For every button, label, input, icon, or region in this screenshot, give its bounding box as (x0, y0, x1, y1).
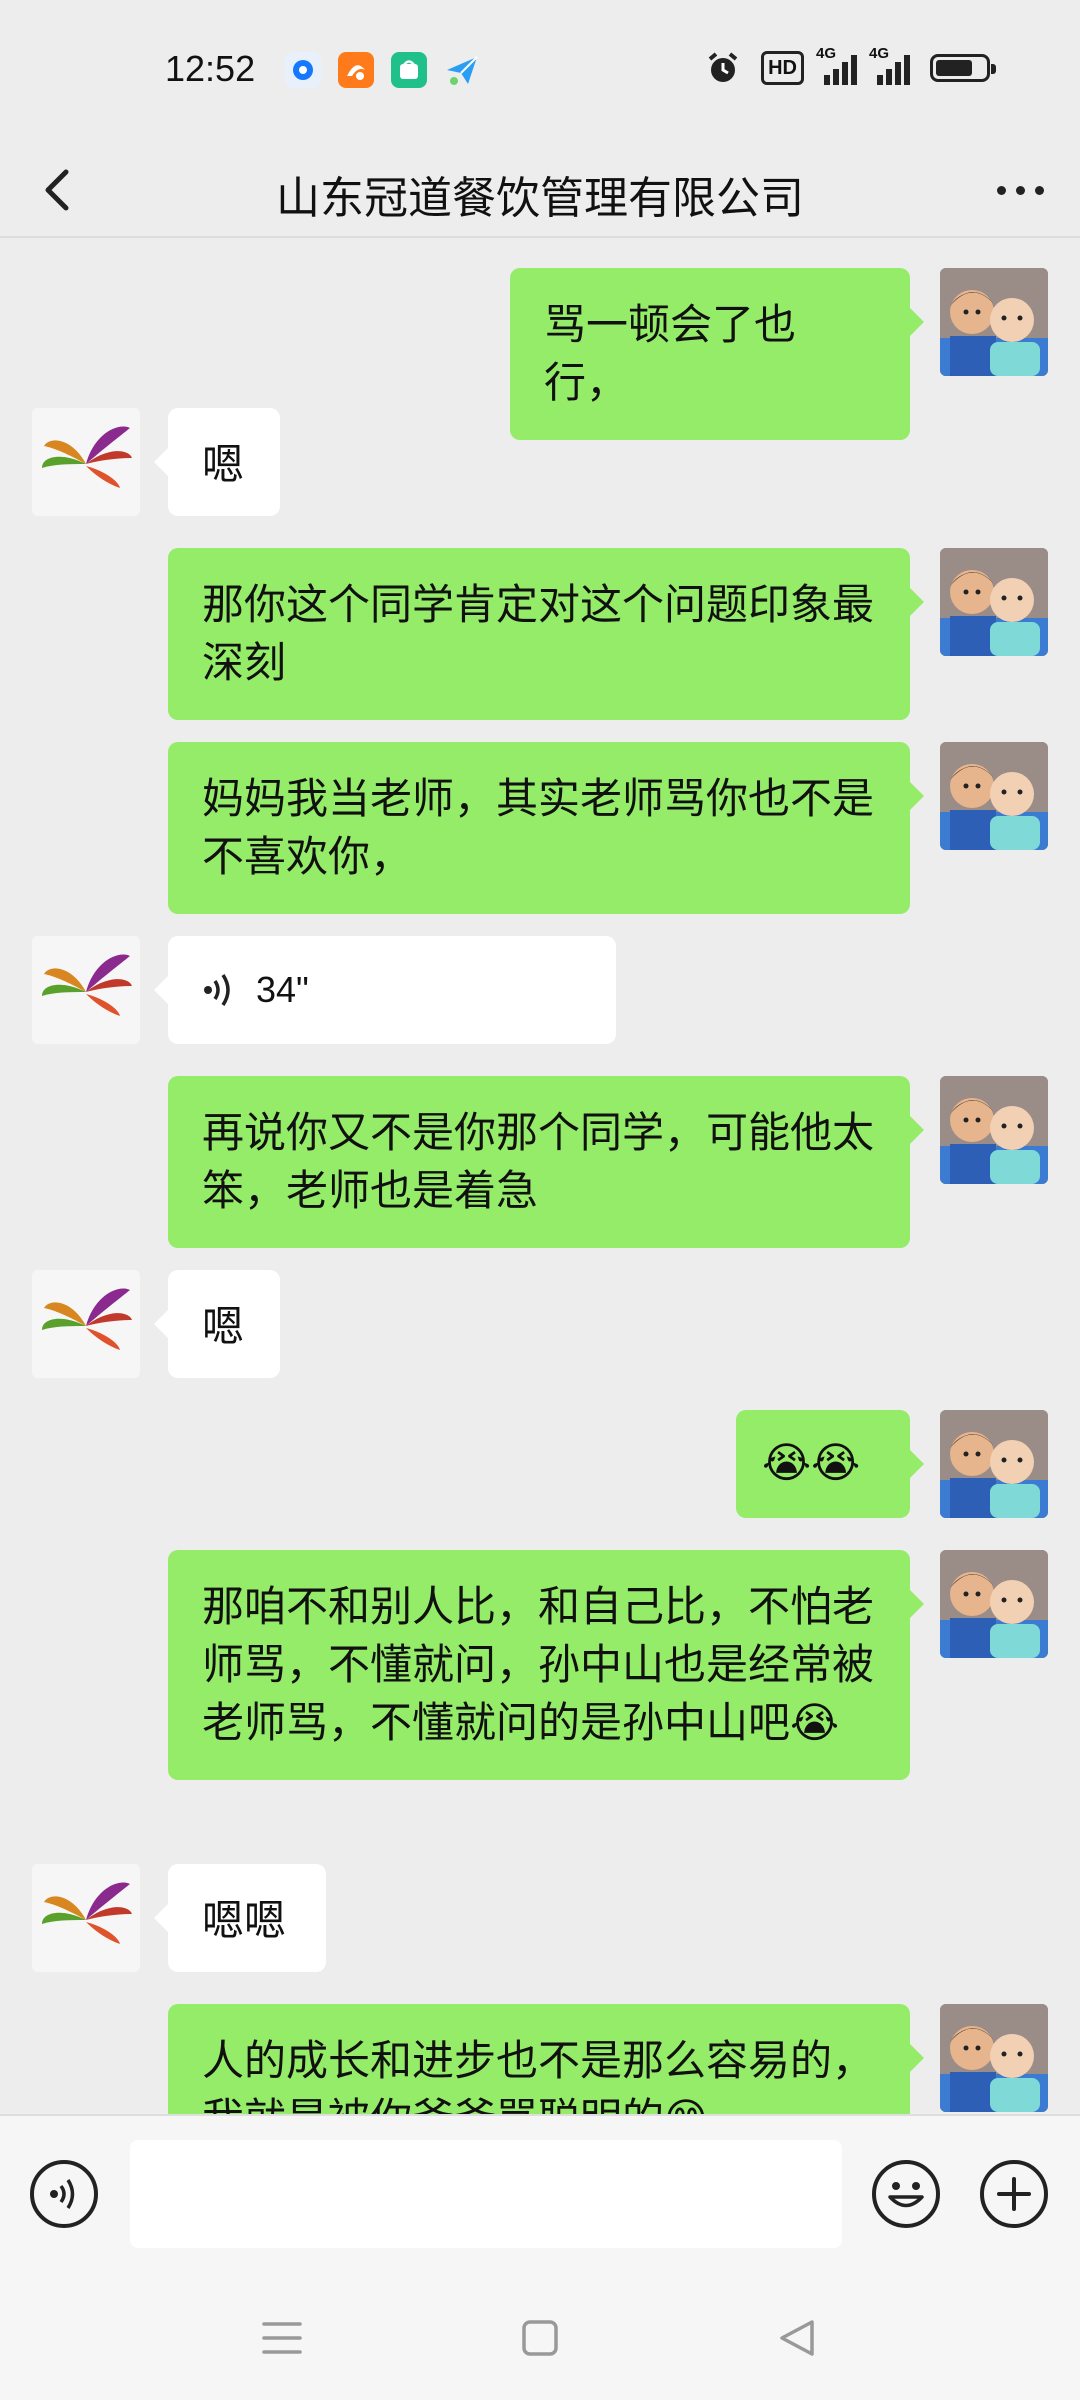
input-bar (0, 2114, 1080, 2276)
message-bubble-outgoing[interactable]: 妈妈我当老师，其实老师骂你也不是不喜欢你， (168, 742, 924, 914)
app-store-icon (391, 52, 427, 88)
message-bubble-outgoing[interactable]: 那你这个同学肯定对这个问题印象最深刻 (168, 548, 924, 720)
user-avatar[interactable] (940, 268, 1048, 376)
hd-icon: HD (761, 51, 804, 85)
status-time: 12:52 (165, 48, 256, 89)
message-text: 人的成长和进步也不是那么容易的，我就是被你爷爷骂聪明的😁 (202, 2036, 875, 2114)
message-bubble-incoming[interactable]: 嗯 (154, 408, 280, 516)
plus-icon[interactable] (980, 2160, 1048, 2228)
uc-browser-icon (338, 52, 374, 88)
voice-message-bubble[interactable]: 34" (154, 936, 616, 1044)
message-bubble-outgoing[interactable]: 人的成长和进步也不是那么容易的，我就是被你爷爷骂聪明的😁 (168, 2004, 924, 2114)
system-icons: HD 4G 4G (705, 45, 996, 86)
voice-duration: 34" (256, 969, 309, 1010)
message-bubble-outgoing[interactable]: 骂一顿会了也行， (510, 268, 924, 440)
message-bubble-outgoing[interactable]: 那咱不和别人比，和自己比，不怕老师骂，不懂就问，孙中山也是经常被老师骂，不懂就问… (168, 1550, 924, 1780)
battery-level (936, 60, 972, 76)
emoji-icon[interactable] (872, 2160, 940, 2228)
message-bubble-incoming[interactable]: 嗯 (154, 1270, 280, 1378)
user-avatar[interactable] (940, 1550, 1048, 1658)
contact-avatar[interactable] (32, 1864, 140, 1972)
message-list[interactable]: 骂一顿会了也行， 嗯 那你这个同学肯定对这个问题印象最深刻 妈妈我当老师，其实老… (0, 238, 1080, 2114)
more-dots-icon[interactable] (988, 162, 1052, 218)
message-text: 嗯 (202, 440, 245, 489)
message-bubble-outgoing[interactable]: 😭😭 (736, 1410, 924, 1518)
user-avatar[interactable] (940, 1410, 1048, 1518)
home-icon[interactable] (510, 2308, 570, 2368)
paper-plane-icon (444, 52, 480, 88)
message-text: 再说你又不是你那个同学，可能他太笨，老师也是着急 (202, 1108, 875, 1215)
message-input[interactable] (130, 2140, 842, 2248)
message-text: 骂一顿会了也行， (544, 300, 797, 407)
message-bubble-outgoing[interactable]: 再说你又不是你那个同学，可能他太笨，老师也是着急 (168, 1076, 924, 1248)
network-type: 4G (816, 45, 837, 62)
user-avatar[interactable] (940, 742, 1048, 850)
message-text: 嗯嗯 (202, 1896, 287, 1945)
contact-avatar[interactable] (32, 1270, 140, 1378)
chat-title: 山东冠道餐饮管理有限公司 (276, 173, 804, 224)
status-bar: 12:52 HD 4G 4G (0, 0, 1080, 140)
message-text: 那你这个同学肯定对这个问题印象最深刻 (202, 580, 875, 687)
system-nav-bar (0, 2274, 1080, 2400)
battery-icon (930, 54, 996, 82)
contact-avatar[interactable] (32, 936, 140, 1044)
message-text: 那咱不和别人比，和自己比，不怕老师骂，不懂就问，孙中山也是经常被老师骂，不懂就问… (202, 1582, 875, 1747)
signal-icon: 4G (869, 45, 910, 85)
alarm-icon (708, 52, 738, 82)
menu-icon[interactable] (252, 2308, 312, 2368)
chat-header: 山东冠道餐饮管理有限公司 (0, 140, 1080, 240)
notification-icons (285, 52, 480, 88)
back-triangle-icon[interactable] (768, 2308, 828, 2368)
message-text: 😭😭 (762, 1438, 861, 1487)
network-type: 4G (869, 45, 890, 62)
contact-avatar[interactable] (32, 408, 140, 516)
user-avatar[interactable] (940, 548, 1048, 656)
user-avatar[interactable] (940, 1076, 1048, 1184)
user-avatar[interactable] (940, 2004, 1048, 2112)
signal-icon: 4G (816, 45, 857, 85)
message-bubble-incoming[interactable]: 嗯嗯 (154, 1864, 326, 1972)
message-text: 嗯 (202, 1302, 245, 1351)
message-text: 妈妈我当老师，其实老师骂你也不是不喜欢你， (202, 774, 875, 881)
voice-input-icon[interactable] (30, 2160, 98, 2228)
voice-wave-icon (204, 974, 230, 1006)
browser-icon (285, 52, 321, 88)
